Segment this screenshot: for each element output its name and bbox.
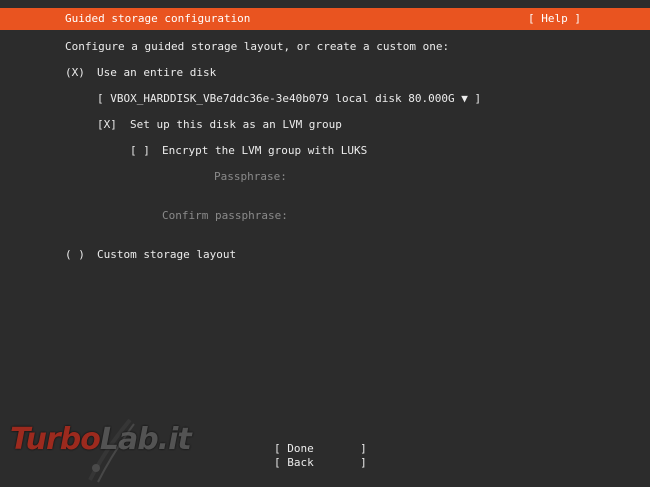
turbolab-watermark: TurboLab.it [0,410,250,487]
custom-layout-label[interactable]: Custom storage layout [97,248,236,262]
lvm-checkbox[interactable]: [X] [97,118,117,132]
passphrase-field [295,170,575,184]
watermark-logo: TurboLab.it [10,422,192,457]
header-bar: Guided storage configuration [ Help ] [0,8,650,30]
lvm-label[interactable]: Set up this disk as an LVM group [130,118,342,132]
luks-label[interactable]: Encrypt the LVM group with LUKS [162,144,367,158]
help-button[interactable]: [ Help ] [528,12,581,25]
disk-select-dropdown[interactable]: [ VBOX_HARDDISK_VBe7ddc36e-3e40b079 loca… [97,92,481,106]
entire-disk-radio[interactable]: (X) [65,66,85,80]
luks-checkbox[interactable]: [ ] [130,144,150,158]
done-button[interactable]: [ Done ] [274,442,367,456]
custom-layout-radio[interactable]: ( ) [65,248,85,262]
entire-disk-label[interactable]: Use an entire disk [97,66,216,80]
watermark-lab: Lab.it [99,422,192,457]
passphrase-label: Passphrase: [214,170,287,183]
confirm-passphrase-label: Confirm passphrase: [162,209,288,222]
intro-text: Configure a guided storage layout, or cr… [65,40,450,53]
back-button[interactable]: [ Back ] [274,456,367,470]
page-title: Guided storage configuration [65,12,251,25]
watermark-turbo: Turbo [10,422,101,457]
confirm-passphrase-field [295,209,575,223]
